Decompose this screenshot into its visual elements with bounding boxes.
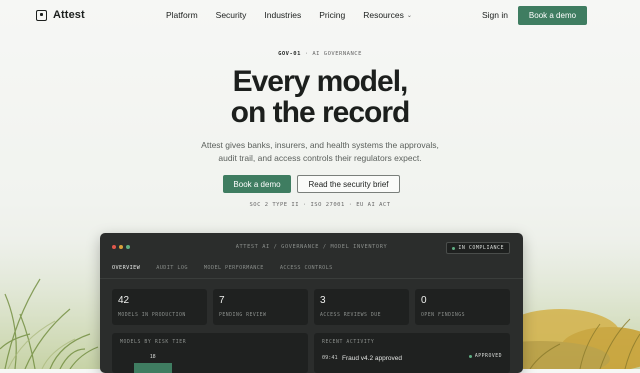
stat-card-access-reviews-due: 3 ACCESS REVIEWS DUE	[314, 289, 409, 325]
logo-icon	[36, 9, 47, 21]
subtitle-line-1: Attest gives banks, insurers, and health…	[201, 140, 439, 150]
nav-link-resources[interactable]: Resources ⌄	[363, 10, 412, 20]
stat-label: MODELS IN PRODUCTION	[118, 313, 186, 318]
top-nav: Attest Platform Security Industries Pric…	[0, 0, 640, 32]
status-dot-icon	[468, 355, 472, 358]
risk-tier-bar-value: 18	[150, 354, 156, 360]
risk-tier-title: MODELS BY RISK TIER	[120, 340, 187, 345]
eyebrow-text: AI GOVERNANCE	[312, 51, 362, 57]
tab-access-controls[interactable]: ACCESS CONTROLS	[280, 265, 333, 271]
sign-in-link[interactable]: Sign in	[482, 10, 508, 20]
dashboard-preview: ATTEST AI / GOVERNANCE / MODEL INVENTORY…	[100, 233, 523, 373]
nav-link-pricing[interactable]: Pricing	[319, 10, 345, 20]
compliance-status-badge: IN COMPLIANCE	[446, 242, 510, 254]
subtitle-line-2: audit trail, and access controls their r…	[218, 153, 422, 163]
activity-text: Fraud v4.2 approved	[342, 355, 402, 362]
activity-time: 09:41	[322, 355, 338, 361]
nav-link-security[interactable]: Security	[216, 10, 247, 20]
hero-subtitle: Attest gives banks, insurers, and health…	[0, 139, 640, 165]
stat-value: 0	[421, 295, 427, 306]
tab-divider	[100, 278, 523, 279]
stat-value: 7	[219, 295, 225, 306]
approved-status-badge: APPROVED	[468, 354, 502, 359]
stat-label: PENDING REVIEW	[219, 313, 267, 318]
brand-logo[interactable]: Attest	[36, 9, 85, 21]
brand-name: Attest	[53, 9, 85, 21]
status-dot-icon	[452, 246, 456, 250]
recent-activity-panel: RECENT ACTIVITY 09:41 Fraud v4.2 approve…	[314, 333, 510, 373]
stat-value: 3	[320, 295, 326, 306]
stat-label: ACCESS REVIEWS DUE	[320, 313, 381, 318]
eyebrow-code: GOV-01	[278, 51, 301, 57]
headline-line-2: on the record	[230, 96, 411, 129]
headline-line-1: Every model,	[232, 65, 409, 98]
stat-card-models-in-production: 42 MODELS IN PRODUCTION	[112, 289, 207, 325]
stat-label: OPEN FINDINGS	[421, 313, 466, 318]
hero-headline: Every model, on the record	[0, 66, 640, 128]
hero-eyebrow: GOV-01 · AI GOVERNANCE	[0, 51, 640, 57]
nav-link-platform[interactable]: Platform	[166, 10, 198, 20]
nav-link-industries[interactable]: Industries	[264, 10, 301, 20]
compliance-status-label: IN COMPLIANCE	[458, 245, 504, 251]
tab-model-performance[interactable]: MODEL PERFORMANCE	[204, 265, 264, 271]
nav-links: Platform Security Industries Pricing Res…	[166, 10, 430, 20]
stat-value: 42	[118, 295, 130, 306]
risk-tier-bar	[134, 363, 172, 373]
nav-link-resources-label: Resources	[363, 10, 404, 20]
approved-label: APPROVED	[474, 354, 502, 359]
tab-audit-log[interactable]: AUDIT LOG	[156, 265, 188, 271]
risk-tier-panel: MODELS BY RISK TIER 18	[112, 333, 308, 373]
recent-activity-title: RECENT ACTIVITY	[322, 340, 375, 345]
nav-book-demo-button[interactable]: Book a demo	[518, 6, 587, 25]
chevron-down-icon: ⌄	[406, 12, 412, 19]
stat-card-open-findings: 0 OPEN FINDINGS	[415, 289, 510, 325]
eyebrow-separator: ·	[304, 51, 309, 57]
tab-overview[interactable]: OVERVIEW	[112, 265, 140, 271]
compliance-badges: SOC 2 TYPE II · ISO 27001 · EU AI ACT	[249, 202, 391, 208]
dashboard-tabs: OVERVIEW AUDIT LOG MODEL PERFORMANCE ACC…	[112, 265, 349, 271]
hero-book-demo-button[interactable]: Book a demo	[223, 175, 291, 193]
stat-card-pending-review: 7 PENDING REVIEW	[213, 289, 308, 325]
security-brief-button[interactable]: Read the security brief	[297, 175, 400, 193]
